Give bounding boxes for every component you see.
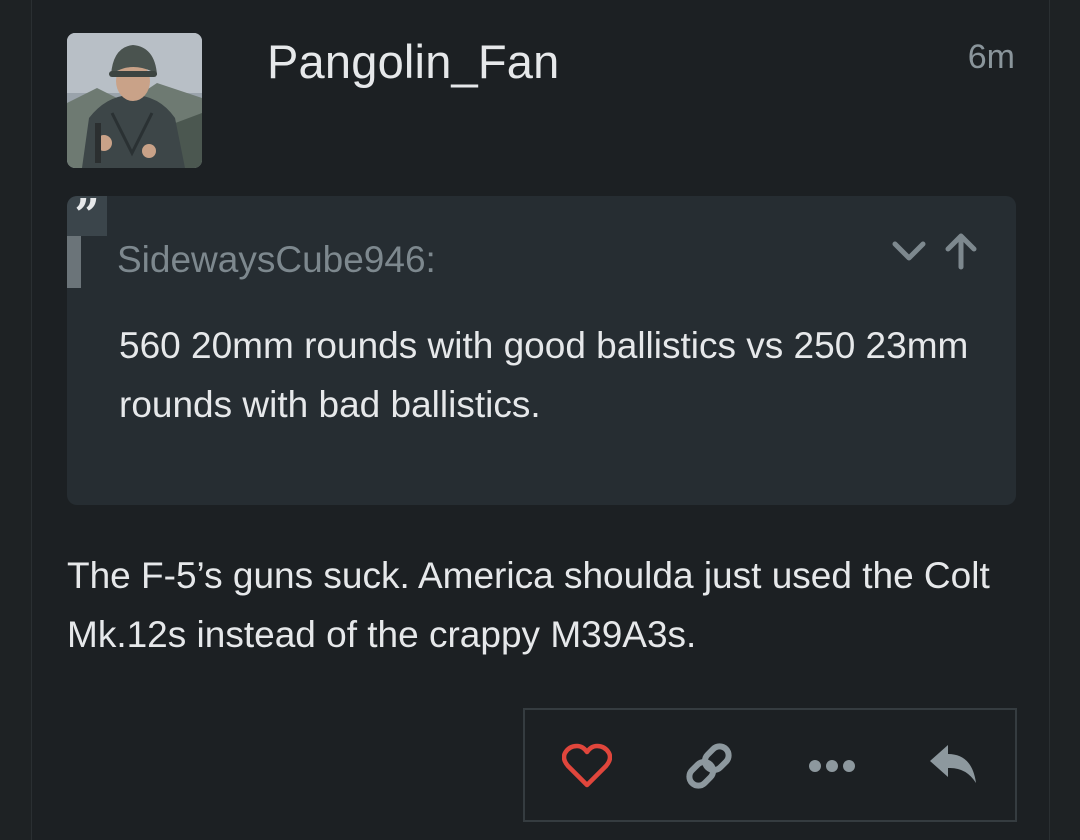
post-body-text: The F-5’s guns suck. America shoulda jus… xyxy=(67,555,990,655)
arrow-up-icon[interactable] xyxy=(942,231,980,271)
quote-author[interactable]: SidewaysCube946: xyxy=(117,239,436,281)
post-timestamp[interactable]: 6m xyxy=(968,38,1015,77)
page-gutter-right xyxy=(1050,0,1080,840)
quote-controls xyxy=(890,231,980,271)
heart-icon xyxy=(562,743,612,788)
link-icon xyxy=(686,743,732,789)
soldier-avatar-icon xyxy=(67,33,202,168)
quote-accent-bar xyxy=(67,236,81,288)
quote-block: ” SidewaysCube946: 560 20mm rounds with … xyxy=(67,196,1016,505)
page-gutter-left xyxy=(0,0,31,840)
ellipsis-icon xyxy=(809,760,855,772)
reply-icon xyxy=(930,745,976,783)
quote-mark-icon: ” xyxy=(67,196,107,236)
user-avatar[interactable] xyxy=(67,33,202,168)
post-username[interactable]: Pangolin_Fan xyxy=(267,34,559,89)
more-options-button[interactable] xyxy=(806,740,858,792)
like-button[interactable] xyxy=(561,740,613,792)
copy-link-button[interactable] xyxy=(683,740,735,792)
post-card: Pangolin_Fan 6m ” SidewaysCube946: 560 2… xyxy=(31,0,1050,840)
post-actions xyxy=(523,708,1017,822)
chevron-down-icon[interactable] xyxy=(890,231,928,271)
quote-text: 560 20mm rounds with good ballistics vs … xyxy=(119,325,969,425)
reply-button[interactable] xyxy=(928,740,980,792)
